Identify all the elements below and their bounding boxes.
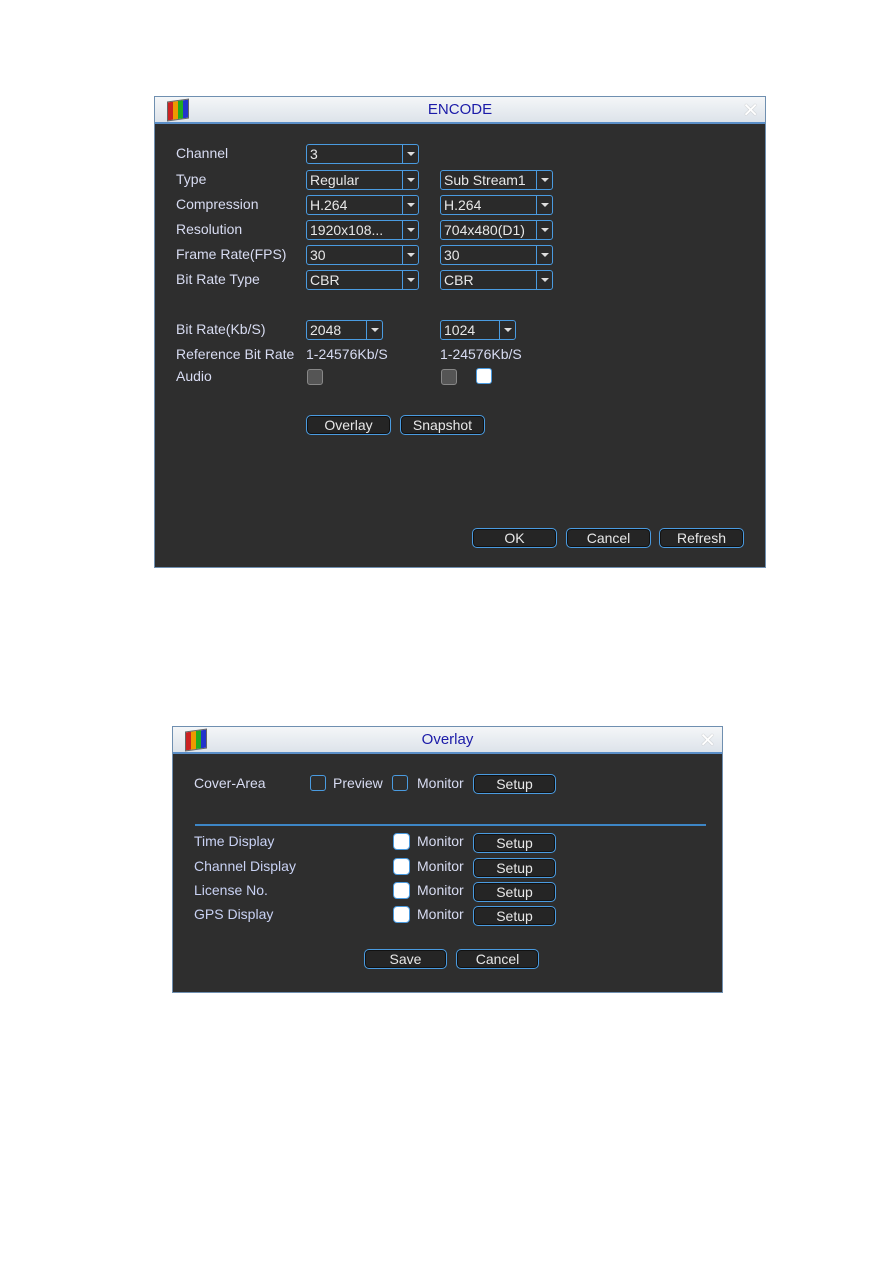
cancel-button[interactable]: Cancel: [566, 528, 651, 548]
main-audio-checkbox[interactable]: [307, 369, 323, 385]
main-type-select[interactable]: Regular: [306, 170, 419, 190]
sub-resolution-select[interactable]: 704x480(D1): [440, 220, 553, 240]
chevron-down-icon[interactable]: [536, 171, 552, 189]
overlay-row-monitor-checkbox[interactable]: [393, 858, 410, 875]
channel-value: 3: [310, 146, 318, 162]
sub-frame-rate-select[interactable]: 30: [440, 245, 553, 265]
overlay-row-monitor-label: Monitor: [417, 882, 464, 898]
cover-area-label: Cover-Area: [194, 775, 266, 791]
cover-preview-checkbox[interactable]: [310, 775, 326, 791]
frame-rate-label: Frame Rate(FPS): [176, 246, 287, 262]
main-bit-rate-type-select[interactable]: CBR: [306, 270, 419, 290]
resolution-label: Resolution: [176, 221, 243, 237]
sub-reference-bit-rate: 1-24576Kb/S: [440, 346, 522, 362]
bit-rate-label: Bit Rate(Kb/S): [176, 321, 266, 337]
chevron-down-icon[interactable]: [402, 271, 418, 289]
overlay-row-setup-button[interactable]: Setup: [473, 882, 556, 902]
sub-extra-checkbox[interactable]: [476, 368, 492, 384]
main-compression-value: H.264: [310, 197, 348, 213]
refresh-button[interactable]: Refresh: [659, 528, 744, 548]
overlay-title: Overlay: [421, 731, 474, 748]
main-bit-rate-value: 2048: [310, 322, 342, 338]
sub-bit-rate-value: 1024: [444, 322, 476, 338]
divider: [195, 824, 706, 826]
encode-title: ENCODE: [427, 101, 493, 118]
overlay-row-monitor-label: Monitor: [417, 906, 464, 922]
channel-label: Channel: [176, 145, 229, 161]
ok-button[interactable]: OK: [472, 528, 557, 548]
sub-frame-rate-value: 30: [444, 247, 460, 263]
overlay-row-setup-button[interactable]: Setup: [473, 858, 556, 878]
overlay-row-monitor-label: Monitor: [417, 833, 464, 849]
sub-bit-rate-type-value: CBR: [444, 272, 474, 288]
sub-compression-value: H.264: [444, 197, 482, 213]
chevron-down-icon[interactable]: [402, 221, 418, 239]
main-type-value: Regular: [310, 172, 360, 188]
overlay-row-monitor-checkbox[interactable]: [393, 906, 410, 923]
chevron-down-icon[interactable]: [402, 246, 418, 264]
cover-monitor-checkbox[interactable]: [392, 775, 408, 791]
sub-compression-select[interactable]: H.264: [440, 195, 553, 215]
chevron-down-icon[interactable]: [402, 196, 418, 214]
overlay-row-setup-button[interactable]: Setup: [473, 906, 556, 926]
main-resolution-select[interactable]: 1920x108...: [306, 220, 419, 240]
cover-monitor-label: Monitor: [417, 775, 464, 791]
cover-setup-button[interactable]: Setup: [473, 774, 556, 794]
main-bit-rate-select[interactable]: 2048: [306, 320, 383, 340]
cover-preview-label: Preview: [333, 775, 383, 791]
close-icon[interactable]: ✕: [742, 98, 759, 123]
main-compression-select[interactable]: H.264: [306, 195, 419, 215]
overlay-row-monitor-label: Monitor: [417, 858, 464, 874]
overlay-row-label: Time Display: [194, 833, 275, 849]
chevron-down-icon[interactable]: [536, 271, 552, 289]
sub-audio-checkbox[interactable]: [441, 369, 457, 385]
overlay-cancel-button[interactable]: Cancel: [456, 949, 539, 969]
sub-bit-rate-select[interactable]: 1024: [440, 320, 516, 340]
overlay-row-monitor-checkbox[interactable]: [393, 833, 410, 850]
main-resolution-value: 1920x108...: [310, 222, 384, 238]
snapshot-button[interactable]: Snapshot: [400, 415, 485, 435]
audio-label: Audio: [176, 368, 212, 384]
overlay-button[interactable]: Overlay: [306, 415, 391, 435]
sub-bit-rate-type-select[interactable]: CBR: [440, 270, 553, 290]
chevron-down-icon[interactable]: [366, 321, 382, 339]
type-label: Type: [176, 171, 207, 187]
overlay-row-label: License No.: [194, 882, 268, 898]
main-frame-rate-value: 30: [310, 247, 326, 263]
main-bit-rate-type-value: CBR: [310, 272, 340, 288]
sub-type-value: Sub Stream1: [444, 172, 526, 188]
sub-resolution-value: 704x480(D1): [444, 222, 525, 238]
bit-rate-type-label: Bit Rate Type: [176, 271, 260, 287]
overlay-row-setup-button[interactable]: Setup: [473, 833, 556, 853]
reference-bit-rate-label: Reference Bit Rate: [176, 346, 295, 362]
overlay-row-label: GPS Display: [194, 906, 274, 922]
chevron-down-icon[interactable]: [402, 171, 418, 189]
main-reference-bit-rate: 1-24576Kb/S: [306, 346, 388, 362]
channel-select[interactable]: 3: [306, 144, 419, 164]
save-button[interactable]: Save: [364, 949, 447, 969]
chevron-down-icon[interactable]: [499, 321, 515, 339]
chevron-down-icon[interactable]: [536, 221, 552, 239]
chevron-down-icon[interactable]: [402, 145, 418, 163]
sub-type-select[interactable]: Sub Stream1: [440, 170, 553, 190]
close-icon[interactable]: ✕: [699, 728, 716, 753]
compression-label: Compression: [176, 196, 259, 212]
main-frame-rate-select[interactable]: 30: [306, 245, 419, 265]
overlay-row-label: Channel Display: [194, 858, 296, 874]
encode-title-bar: ENCODE ✕: [155, 97, 765, 124]
overlay-title-bar: Overlay ✕: [173, 727, 722, 754]
overlay-row-monitor-checkbox[interactable]: [393, 882, 410, 899]
chevron-down-icon[interactable]: [536, 196, 552, 214]
chevron-down-icon[interactable]: [536, 246, 552, 264]
